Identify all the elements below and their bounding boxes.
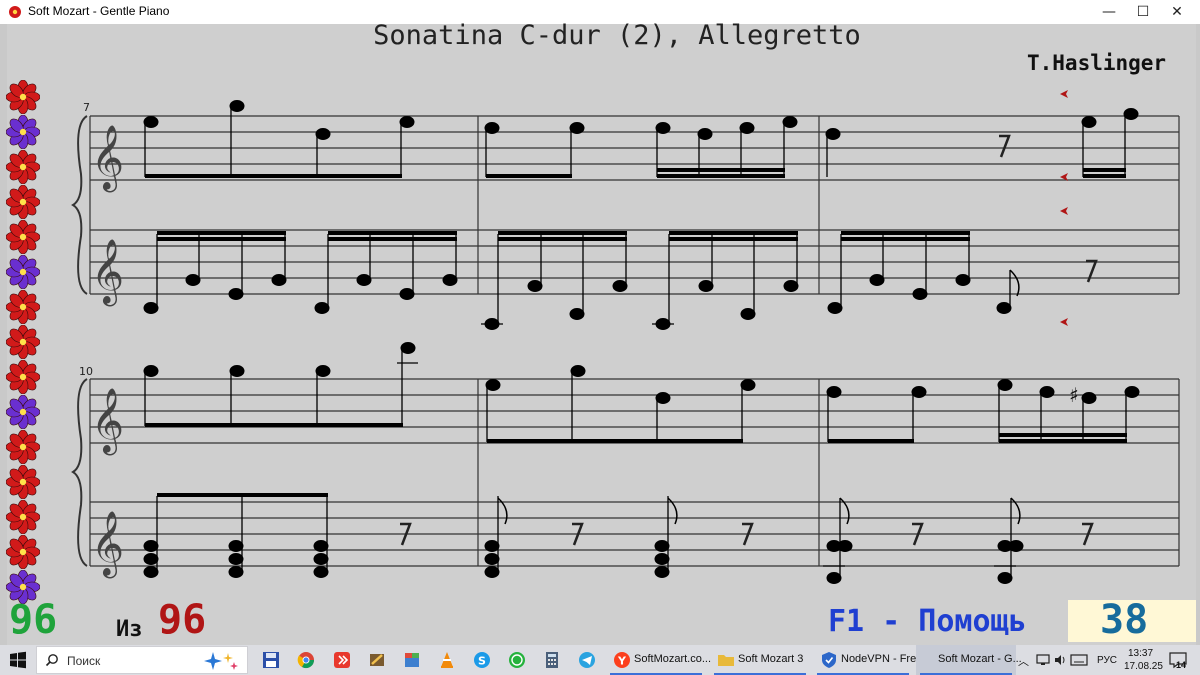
flower-purple-icon: [6, 255, 40, 289]
tool-icon: [370, 654, 384, 666]
clock-date[interactable]: 17.08.25: [1124, 661, 1163, 672]
sheet-music-area[interactable]: Sonatina C-dur (2), Allegretto T.Hasling…: [7, 20, 1196, 645]
flower-red-icon: [6, 430, 40, 464]
volume-icon[interactable]: [1053, 653, 1067, 667]
flower-red-icon: [6, 185, 40, 219]
taskbar-package-app[interactable]: [400, 645, 424, 675]
vlc-icon: [441, 652, 453, 668]
calculator-icon: [546, 652, 558, 668]
taskbar-anydesk-app[interactable]: [330, 645, 354, 675]
sheet-music: 7 10 𝄞 𝄞 𝄞 𝄞 ♯: [71, 90, 1180, 584]
measure-number-7: 7: [83, 101, 90, 114]
help-hint[interactable]: F1 - Помощь: [828, 604, 1027, 639]
svg-text:𝄞: 𝄞: [91, 511, 124, 578]
taskbar-save-app[interactable]: [259, 645, 283, 675]
taskbar-tool-app[interactable]: [365, 645, 389, 675]
whatsapp-icon: [509, 652, 525, 668]
soft-mozart-app-icon: [9, 6, 21, 18]
taskbar-window-nodevpn[interactable]: NodeVPN - Fre...: [813, 645, 925, 675]
flower-red-icon: [6, 80, 40, 114]
taskbar-search-box[interactable]: Поиск: [36, 646, 248, 674]
svg-text:𝄞: 𝄞: [91, 125, 124, 192]
notification-count: 14: [1176, 660, 1187, 670]
taskbar-vlc-app[interactable]: [435, 645, 459, 675]
flower-red-icon: [6, 535, 40, 569]
flower-red-icon: [6, 325, 40, 359]
status-bar: 96 Из 96 F1 - Помощь 38: [0, 597, 1200, 645]
minimize-button[interactable]: —: [1092, 0, 1126, 24]
clock-time[interactable]: 13:37: [1128, 648, 1153, 659]
flower-indicators: [6, 80, 40, 605]
search-icon: [45, 654, 58, 667]
anydesk-icon: [334, 652, 350, 668]
close-button[interactable]: ✕: [1160, 0, 1194, 24]
vpn-icon: [822, 652, 836, 668]
taskbar-window-label: SoftMozart.co...: [634, 653, 712, 665]
network-icon[interactable]: [1036, 653, 1050, 667]
svg-text:♯: ♯: [1069, 383, 1079, 407]
svg-text:𝄞: 𝄞: [91, 239, 124, 306]
svg-text:Y: Y: [617, 655, 627, 668]
window-title: Soft Mozart - Gentle Piano: [28, 4, 170, 18]
taskbar-window-label: Soft Mozart 3: [738, 653, 804, 665]
chrome-icon: [297, 652, 315, 669]
flower-red-icon: [6, 465, 40, 499]
taskbar-window-label: Soft Mozart - G...: [938, 653, 1022, 665]
notes-played-counter: 96: [9, 597, 58, 643]
taskbar: Поиск S Y SoftMozart.co... Soft Mozart 3…: [0, 645, 1200, 675]
telegram-icon: [579, 652, 595, 668]
skype-icon: S: [474, 652, 490, 668]
tray-overflow-chevron-icon[interactable]: ︿: [1018, 653, 1029, 669]
measure-number-10: 10: [79, 365, 93, 378]
flower-red-icon: [6, 360, 40, 394]
taskbar-calculator-app[interactable]: [540, 645, 564, 675]
svg-text:𝄞: 𝄞: [91, 388, 124, 455]
notes-total-counter: 96: [158, 597, 207, 643]
windows-start-icon[interactable]: [8, 650, 28, 670]
package-icon: [405, 653, 419, 667]
taskbar-window-softmozart-app[interactable]: Soft Mozart - G...: [916, 645, 1022, 675]
keyboard-icon[interactable]: [1070, 653, 1088, 667]
floppy-icon: [263, 652, 279, 668]
score-value: 38: [1100, 597, 1149, 643]
folder-icon: [718, 655, 734, 666]
app-client-area: Sonatina C-dur (2), Allegretto T.Hasling…: [0, 20, 1200, 645]
taskbar-window-softmozart-folder[interactable]: Soft Mozart 3: [710, 645, 810, 675]
svg-text:S: S: [478, 655, 486, 668]
flower-red-icon: [6, 150, 40, 184]
yandex-icon: Y: [614, 652, 630, 668]
flower-red-icon: [6, 290, 40, 324]
taskbar-window-label: NodeVPN - Fre...: [841, 653, 926, 665]
flower-red-icon: [6, 220, 40, 254]
flower-purple-icon: [6, 115, 40, 149]
input-language-indicator[interactable]: РУС: [1097, 655, 1117, 666]
flower-red-icon: [6, 500, 40, 534]
of-label: Из: [116, 617, 143, 642]
maximize-button[interactable]: ☐: [1126, 0, 1160, 24]
sparkle-icon: [204, 652, 238, 670]
search-placeholder: Поиск: [67, 654, 101, 668]
taskbar-skype-app[interactable]: S: [470, 645, 494, 675]
taskbar-chrome-app[interactable]: [294, 645, 318, 675]
taskbar-whatsapp-app[interactable]: [505, 645, 529, 675]
taskbar-window-softmozart-browser[interactable]: Y SoftMozart.co...: [606, 645, 711, 675]
taskbar-telegram-app[interactable]: [575, 645, 599, 675]
flower-purple-icon: [6, 395, 40, 429]
